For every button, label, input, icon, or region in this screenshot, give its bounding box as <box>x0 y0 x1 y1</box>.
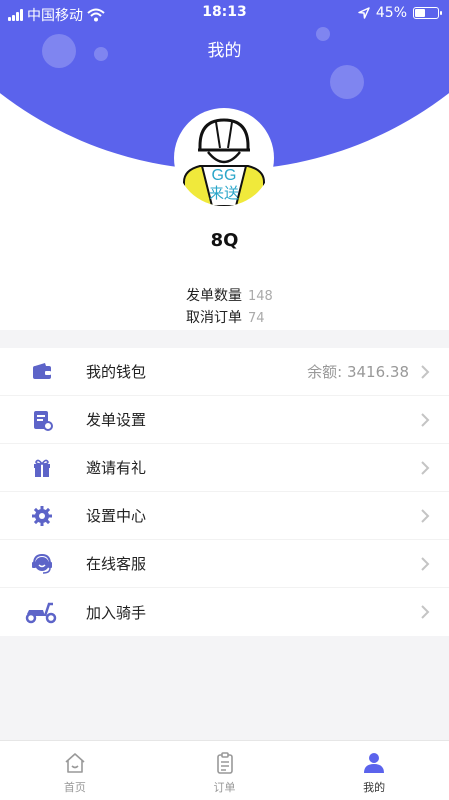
gear-icon <box>32 506 52 526</box>
wallet-icon <box>33 363 51 379</box>
tab-label: 订单 <box>213 781 236 794</box>
menu-item-invite[interactable]: 邀请有礼 <box>0 444 449 492</box>
order-settings-icon <box>34 411 53 431</box>
menu-list: 我的钱包 余额: 3416.38 发单设置 邀请有礼 设置中心 在线客服 加入骑… <box>0 348 449 636</box>
menu-label: 加入骑手 <box>86 603 147 622</box>
menu-item-settings[interactable]: 设置中心 <box>0 492 449 540</box>
scooter-icon <box>25 602 57 624</box>
stat-value: 74 <box>248 311 265 326</box>
menu-label: 在线客服 <box>86 555 147 573</box>
stat-label: 发单数量 <box>186 288 242 304</box>
tab-orders[interactable]: 订单 <box>150 741 300 800</box>
battery-icon <box>413 7 442 19</box>
menu-label: 设置中心 <box>86 507 147 525</box>
menu-item-wallet[interactable]: 我的钱包 余额: 3416.38 <box>0 348 449 396</box>
stat-cancelled-count: 取消订单 74 <box>186 307 265 327</box>
gift-icon <box>34 459 50 477</box>
chevron-right-icon <box>421 365 430 379</box>
menu-item-customer-service[interactable]: 在线客服 <box>0 540 449 588</box>
chevron-right-icon <box>421 605 430 619</box>
menu-item-join-rider[interactable]: 加入骑手 <box>0 588 449 636</box>
headset-icon <box>32 553 52 574</box>
menu-label: 邀请有礼 <box>86 459 147 477</box>
stat-label: 取消订单 <box>186 310 242 326</box>
user-icon <box>364 753 385 773</box>
avatar[interactable]: GG 来送 <box>176 110 272 206</box>
home-icon <box>65 753 85 773</box>
menu-label: 我的钱包 <box>86 363 147 381</box>
chevron-right-icon <box>421 461 430 475</box>
tab-home[interactable]: 首页 <box>0 741 150 800</box>
username: 8Q <box>210 230 239 251</box>
tab-label: 首页 <box>63 781 86 794</box>
tab-bar: 首页 订单 我的 <box>0 740 449 800</box>
courier-avatar-icon: GG 来送 <box>183 118 265 206</box>
avatar-text: GG <box>212 167 237 184</box>
clipboard-icon <box>216 752 233 774</box>
stat-value: 148 <box>248 289 273 304</box>
tab-profile[interactable]: 我的 <box>299 741 449 800</box>
stat-order-count: 发单数量 148 <box>186 285 273 305</box>
profile-header: 中国移动 18:13 45% 我的 GG 来送 8Q 发单数量 148 取消订单… <box>0 0 449 330</box>
avatar-subtext: 来送 <box>209 184 239 202</box>
menu-item-order-settings[interactable]: 发单设置 <box>0 396 449 444</box>
status-bar: 中国移动 18:13 45% <box>0 0 449 26</box>
location-arrow-icon <box>358 7 370 19</box>
menu-label: 发单设置 <box>86 411 147 429</box>
chevron-right-icon <box>421 509 430 523</box>
battery-percent: 45% <box>375 5 407 21</box>
page-title: 我的 <box>207 41 242 61</box>
chevron-right-icon <box>421 557 430 571</box>
chevron-right-icon <box>421 413 430 427</box>
tab-label: 我的 <box>363 781 386 794</box>
wallet-balance: 余额: 3416.38 <box>307 363 409 381</box>
decor-bubble <box>330 65 364 99</box>
